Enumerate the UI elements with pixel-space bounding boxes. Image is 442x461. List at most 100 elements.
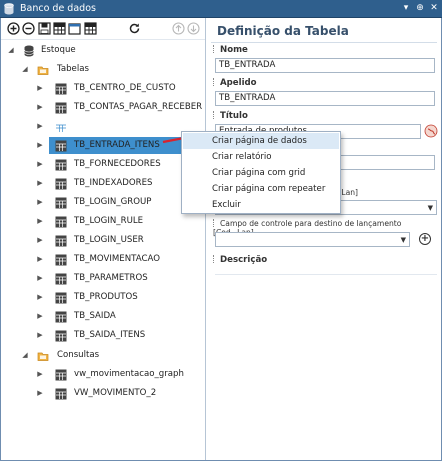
collapse-arrow-icon[interactable]: ◢ [21, 346, 29, 365]
panel-title: Definição da Tabela [217, 24, 349, 38]
add-icon[interactable]: + [419, 233, 431, 245]
tree-node-tabelas[interactable]: ◢ Tabelas [1, 60, 205, 79]
alias-label: Apelido [213, 78, 257, 88]
table-icon [55, 140, 67, 152]
pin-icon[interactable]: ⊕ [414, 2, 426, 15]
table-icon [55, 254, 67, 266]
table-icon[interactable] [53, 22, 66, 35]
expand-arrow-icon[interactable]: ▶ [36, 365, 44, 384]
expand-arrow-icon[interactable]: ▶ [36, 174, 44, 193]
tree-node-consultas[interactable]: ◢ Consultas [1, 346, 205, 365]
title-label-text: Título [220, 111, 248, 121]
window-icon[interactable] [68, 22, 81, 35]
menu-item-create-report[interactable]: Criar relatório [183, 149, 339, 165]
tree-label: TB_ENTRADA_ITENS [74, 140, 160, 150]
table-icon [55, 311, 67, 323]
expand-arrow-icon[interactable]: ▶ [36, 117, 44, 136]
expand-arrow-icon[interactable]: ▶ [36, 193, 44, 212]
tree-label: TB_CONTAS_PAGAR_RECEBER [74, 102, 203, 112]
expand-arrow-icon[interactable]: ▶ [36, 288, 44, 307]
tree-label: VW_MOVIMENTO_2 [74, 388, 157, 398]
tree-node-table[interactable]: ▶ TB_INDEXADORES [1, 174, 205, 193]
tree-toolbar [1, 18, 205, 40]
expand-arrow-icon[interactable]: ▶ [36, 269, 44, 288]
tree-node-query[interactable]: ▶ vw_movimentacao_graph [1, 365, 205, 384]
minimize-icon[interactable]: ▾ [400, 2, 412, 15]
alias-field[interactable]: TB_ENTRADA [215, 91, 435, 106]
expand-arrow-icon[interactable]: ▶ [36, 212, 44, 231]
expand-arrow-icon[interactable]: ▶ [36, 136, 44, 155]
translate-globe-icon[interactable] [424, 124, 438, 138]
description-area[interactable] [215, 274, 437, 454]
divider [211, 42, 437, 43]
tree-label: TB_FORNECEDORES [74, 159, 161, 169]
expand-arrow-icon[interactable]: ▶ [36, 155, 44, 174]
name-field[interactable]: TB_ENTRADA [215, 58, 435, 73]
remove-icon[interactable] [22, 22, 35, 35]
move-up-icon[interactable] [172, 22, 185, 35]
expand-arrow-icon[interactable]: ▶ [36, 98, 44, 117]
tree-node-table[interactable]: ▶ TB_LOGIN_USER [1, 231, 205, 250]
context-menu: Criar página de dados Criar relatório Cr… [181, 131, 341, 214]
tree-label: TB_PARAMETROS [74, 273, 148, 283]
folder-icon [37, 352, 49, 361]
tree-node-table[interactable]: ▶ TB_MOVIMENTACAO [1, 250, 205, 269]
tree-node-estoque[interactable]: ◢ Estoque [1, 41, 205, 60]
launch-field-select[interactable]: ▼ [215, 232, 410, 247]
tree-label: TB_CENTRO_DE_CUSTO [74, 83, 176, 93]
tree-node-table[interactable]: ▶ TB_CONTAS_PAGAR_RECEBER [1, 98, 205, 117]
expand-arrow-icon[interactable]: ▶ [36, 307, 44, 326]
collapse-arrow-icon[interactable]: ◢ [7, 41, 15, 60]
expand-arrow-icon[interactable]: ▶ [36, 231, 44, 250]
tree-label: TB_ENTRADA [74, 121, 131, 131]
menu-item-delete[interactable]: Excluir [183, 197, 339, 213]
window-title: Banco de dados [20, 3, 96, 14]
tree-node-table[interactable]: ▶ TB_SAIDA_ITENS [1, 326, 205, 345]
tree-label: TB_LOGIN_GROUP [74, 197, 152, 207]
chevron-down-icon: ▼ [400, 236, 406, 244]
menu-item-create-grid-page[interactable]: Criar página com grid [183, 165, 339, 181]
tree-node-table[interactable]: ▶ TB_SAIDA [1, 307, 205, 326]
table-icon [55, 330, 67, 342]
refresh-icon[interactable] [128, 22, 141, 35]
table-definition-panel: Definição da Tabela Nome TB_ENTRADA Apel… [207, 18, 441, 460]
expand-arrow-icon[interactable]: ▶ [36, 326, 44, 345]
tree-node-table[interactable]: ▶ TB_LOGIN_GROUP [1, 193, 205, 212]
tree-node-table[interactable]: ▶ TB_FORNECEDORES [1, 155, 205, 174]
table-icon [55, 235, 67, 247]
database-icon [4, 3, 14, 15]
menu-item-create-repeater-page[interactable]: Criar página com repeater [183, 181, 339, 197]
table-edit-icon[interactable] [84, 22, 97, 35]
save-icon[interactable] [38, 22, 51, 35]
expand-arrow-icon[interactable]: ▶ [36, 250, 44, 269]
table-icon [55, 178, 67, 190]
move-down-icon[interactable] [187, 22, 200, 35]
expand-arrow-icon[interactable]: ▶ [36, 384, 44, 403]
table-icon [55, 83, 67, 95]
tree-node-table[interactable]: ▶ TB_PRODUTOS [1, 288, 205, 307]
tree-label: Consultas [57, 350, 100, 360]
tree-label: TB_LOGIN_RULE [74, 216, 144, 226]
window-titlebar: Banco de dados ▾ ⊕ ✕ [0, 0, 442, 18]
collapse-arrow-icon[interactable]: ◢ [21, 60, 29, 79]
table-icon [55, 292, 67, 304]
tree-label: Tabelas [57, 64, 89, 74]
menu-item-create-data-page[interactable]: Criar página de dados [183, 133, 339, 149]
tree-node-table[interactable]: ▶ TB_PARAMETROS [1, 269, 205, 288]
table-icon [55, 388, 67, 400]
tree-node-table[interactable]: ▶ TB_CENTRO_DE_CUSTO [1, 79, 205, 98]
table-icon [55, 159, 67, 171]
name-label: Nome [213, 45, 248, 55]
tree-label: TB_INDEXADORES [74, 178, 153, 188]
add-icon[interactable] [7, 22, 20, 35]
database-tree-panel: ◢ Estoque ◢ Tabelas ▶ TB_CENTRO_DE_CUSTO… [1, 18, 207, 460]
table-icon [55, 102, 67, 114]
expand-arrow-icon[interactable]: ▶ [36, 79, 44, 98]
table-icon [55, 273, 67, 285]
tree-node-query[interactable]: ▶ VW_MOVIMENTO_2 [1, 384, 205, 403]
tree-label: Estoque [41, 45, 76, 55]
close-icon[interactable]: ✕ [428, 2, 440, 15]
table-icon [55, 369, 67, 381]
tree-node-table[interactable]: ▶ TB_LOGIN_RULE [1, 212, 205, 231]
table-icon [55, 121, 67, 133]
